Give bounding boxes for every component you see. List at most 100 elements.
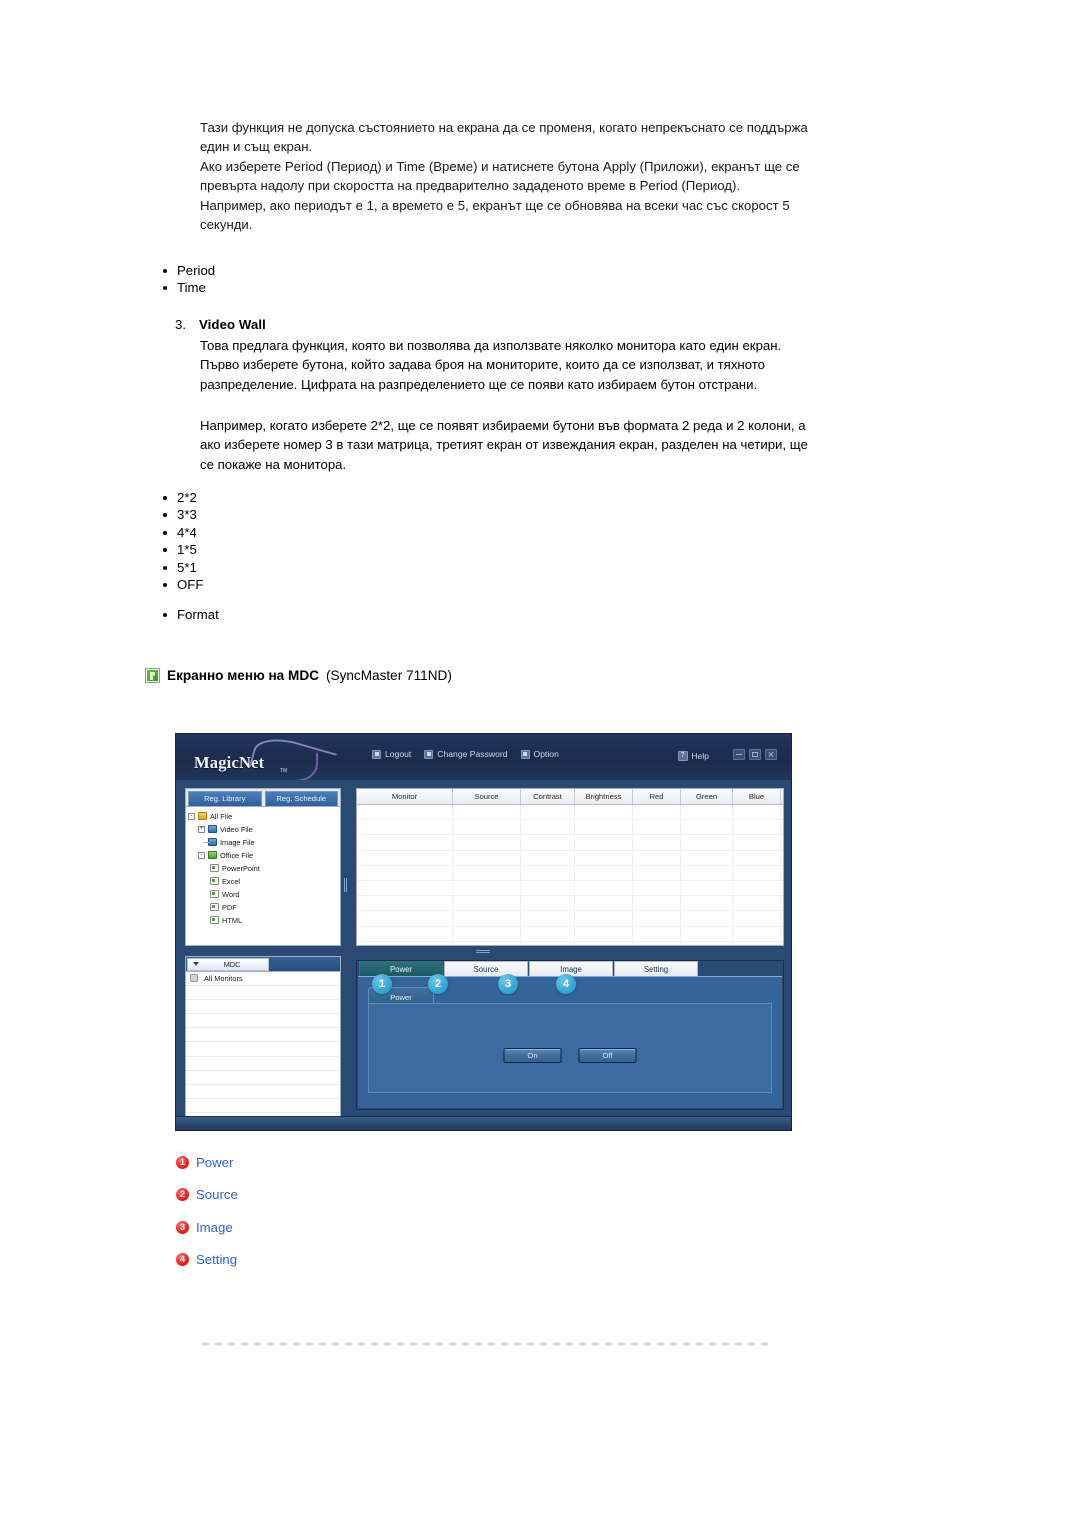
- minimize-button[interactable]: [733, 749, 745, 760]
- tab-power[interactable]: Power: [359, 961, 443, 976]
- list-item[interactable]: [186, 1042, 340, 1057]
- tree-label: PDF: [222, 902, 237, 912]
- sub-tab-power[interactable]: Power: [368, 987, 434, 1003]
- section-heading: Екранно меню на MDC (SyncMaster 711ND): [145, 668, 452, 683]
- tree-label: HTML: [222, 915, 243, 925]
- video-wall-paragraph-2: Например, когато изберете 2*2, ще се поя…: [200, 418, 808, 472]
- tab-reg-schedule[interactable]: Reg. Schedule: [264, 791, 338, 806]
- column-header-blue[interactable]: Blue: [733, 789, 781, 804]
- list-item[interactable]: [186, 1028, 340, 1043]
- column-header-contrast[interactable]: Contrast: [521, 789, 575, 804]
- menu-item-change-password[interactable]: Change Password: [424, 749, 508, 759]
- tree-item-all-file[interactable]: - All File: [188, 810, 338, 823]
- menu-item-logout[interactable]: Logout: [372, 749, 411, 759]
- folder-yellow-icon: [198, 812, 207, 820]
- list-item[interactable]: [186, 1057, 340, 1071]
- power-on-button[interactable]: On: [503, 1048, 562, 1063]
- dotted-divider: [199, 1341, 771, 1347]
- logo-trademark: TM: [280, 768, 288, 774]
- list-item[interactable]: [186, 1099, 340, 1114]
- folder-blue-icon: [208, 838, 217, 846]
- app-body: Reg. Library Reg. Schedule - All File + …: [176, 780, 791, 1127]
- intro-paragraph: Ако изберете Period (Период) и Time (Вре…: [200, 158, 800, 194]
- chevron-down-icon[interactable]: [193, 962, 199, 966]
- maximize-button[interactable]: [749, 749, 761, 760]
- list-item[interactable]: [186, 1000, 340, 1015]
- tree-item-powerpoint[interactable]: PowerPoint: [188, 862, 338, 875]
- table-row[interactable]: [357, 805, 783, 821]
- document-icon: [210, 864, 219, 872]
- tree-item-pdf[interactable]: PDF: [188, 901, 338, 914]
- horizontal-splitter[interactable]: [476, 950, 490, 955]
- no-toggle-icon: [198, 839, 205, 846]
- tab-image[interactable]: Image: [529, 961, 613, 976]
- mdc-tab-label: MDC: [223, 959, 241, 969]
- legend-badge-4: 4: [176, 1253, 189, 1267]
- collapse-toggle-icon[interactable]: -: [188, 812, 195, 820]
- menu-label: Option: [533, 749, 559, 759]
- document-icon: [210, 890, 219, 898]
- column-header-monitor[interactable]: Monitor: [357, 789, 453, 804]
- column-header-green[interactable]: Green: [681, 789, 733, 804]
- table-row[interactable]: [357, 820, 783, 836]
- list-item[interactable]: [186, 986, 340, 1000]
- tab-setting[interactable]: Setting: [614, 961, 698, 976]
- menu-item-help[interactable]: ? Help: [677, 751, 709, 761]
- app-header: MagicNet TM Logout Change Password Optio…: [176, 734, 791, 791]
- tree-label: Office File: [220, 850, 254, 860]
- video-wall-number: 3.: [175, 317, 187, 332]
- logout-icon: [372, 749, 381, 759]
- library-column: Reg. Library Reg. Schedule - All File + …: [185, 788, 341, 1127]
- list-item: 2*2: [155, 489, 203, 506]
- tree-item-video-file[interactable]: + Video File: [188, 823, 338, 836]
- table-row[interactable]: [357, 896, 783, 912]
- tab-reg-library[interactable]: Reg. Library: [188, 791, 262, 806]
- tree-item-excel[interactable]: Excel: [188, 875, 338, 888]
- table-row[interactable]: [357, 926, 783, 942]
- column-header-red[interactable]: Red: [633, 789, 681, 804]
- folder-blue-icon: [208, 825, 217, 833]
- vertical-splitter[interactable]: [344, 878, 349, 892]
- help-label: Help: [691, 751, 709, 761]
- tab-source[interactable]: Source: [444, 961, 528, 976]
- period-time-list: Period Time: [155, 262, 215, 297]
- monitor-grid-column: Monitor Source Contrast Brightness Red G…: [356, 788, 784, 946]
- power-buttons: On Off: [503, 1048, 637, 1063]
- window-controls: [733, 749, 777, 760]
- collapse-toggle-icon[interactable]: -: [198, 851, 205, 859]
- tree-item-word[interactable]: Word: [188, 888, 338, 901]
- table-row[interactable]: [357, 850, 783, 866]
- tree-item-office-file[interactable]: - Office File: [188, 849, 338, 862]
- checkbox-icon[interactable]: [190, 974, 198, 983]
- table-row[interactable]: [357, 911, 783, 927]
- tab-mdc[interactable]: MDC: [187, 957, 269, 971]
- menu-label: Logout: [385, 749, 412, 759]
- intro-paragraph: Тази функция не допуска състоянието на е…: [200, 120, 808, 155]
- list-item[interactable]: All Monitors: [186, 972, 340, 986]
- menu-label: Change Password: [437, 749, 508, 759]
- power-sub-panel: On Off: [368, 1003, 772, 1093]
- table-row[interactable]: [357, 941, 783, 945]
- tree-item-html[interactable]: HTML: [188, 914, 338, 927]
- column-header-source[interactable]: Source: [453, 789, 521, 804]
- list-item[interactable]: [186, 1014, 340, 1029]
- status-bar: [176, 1116, 791, 1130]
- menu-item-option[interactable]: Option: [520, 749, 559, 759]
- close-button[interactable]: [765, 749, 777, 760]
- table-row[interactable]: [357, 880, 783, 897]
- legend-label: Setting: [196, 1252, 238, 1268]
- expand-toggle-icon[interactable]: +: [198, 825, 205, 833]
- legend-badge-2: 2: [176, 1188, 189, 1202]
- table-row[interactable]: [357, 835, 783, 851]
- tree-item-image-file[interactable]: Image File: [188, 836, 338, 849]
- logo-text: MagicNet: [194, 753, 265, 772]
- folder-green-icon: [208, 851, 217, 859]
- table-row[interactable]: [357, 865, 783, 881]
- legend-label: Image: [196, 1219, 233, 1235]
- power-off-button[interactable]: Off: [578, 1048, 637, 1063]
- control-tab-content: Power On Off: [358, 976, 782, 1108]
- list-item[interactable]: [186, 1085, 340, 1100]
- list-item[interactable]: [186, 1071, 340, 1085]
- option-icon: [520, 749, 530, 759]
- column-header-brightness[interactable]: Brightness: [575, 789, 633, 804]
